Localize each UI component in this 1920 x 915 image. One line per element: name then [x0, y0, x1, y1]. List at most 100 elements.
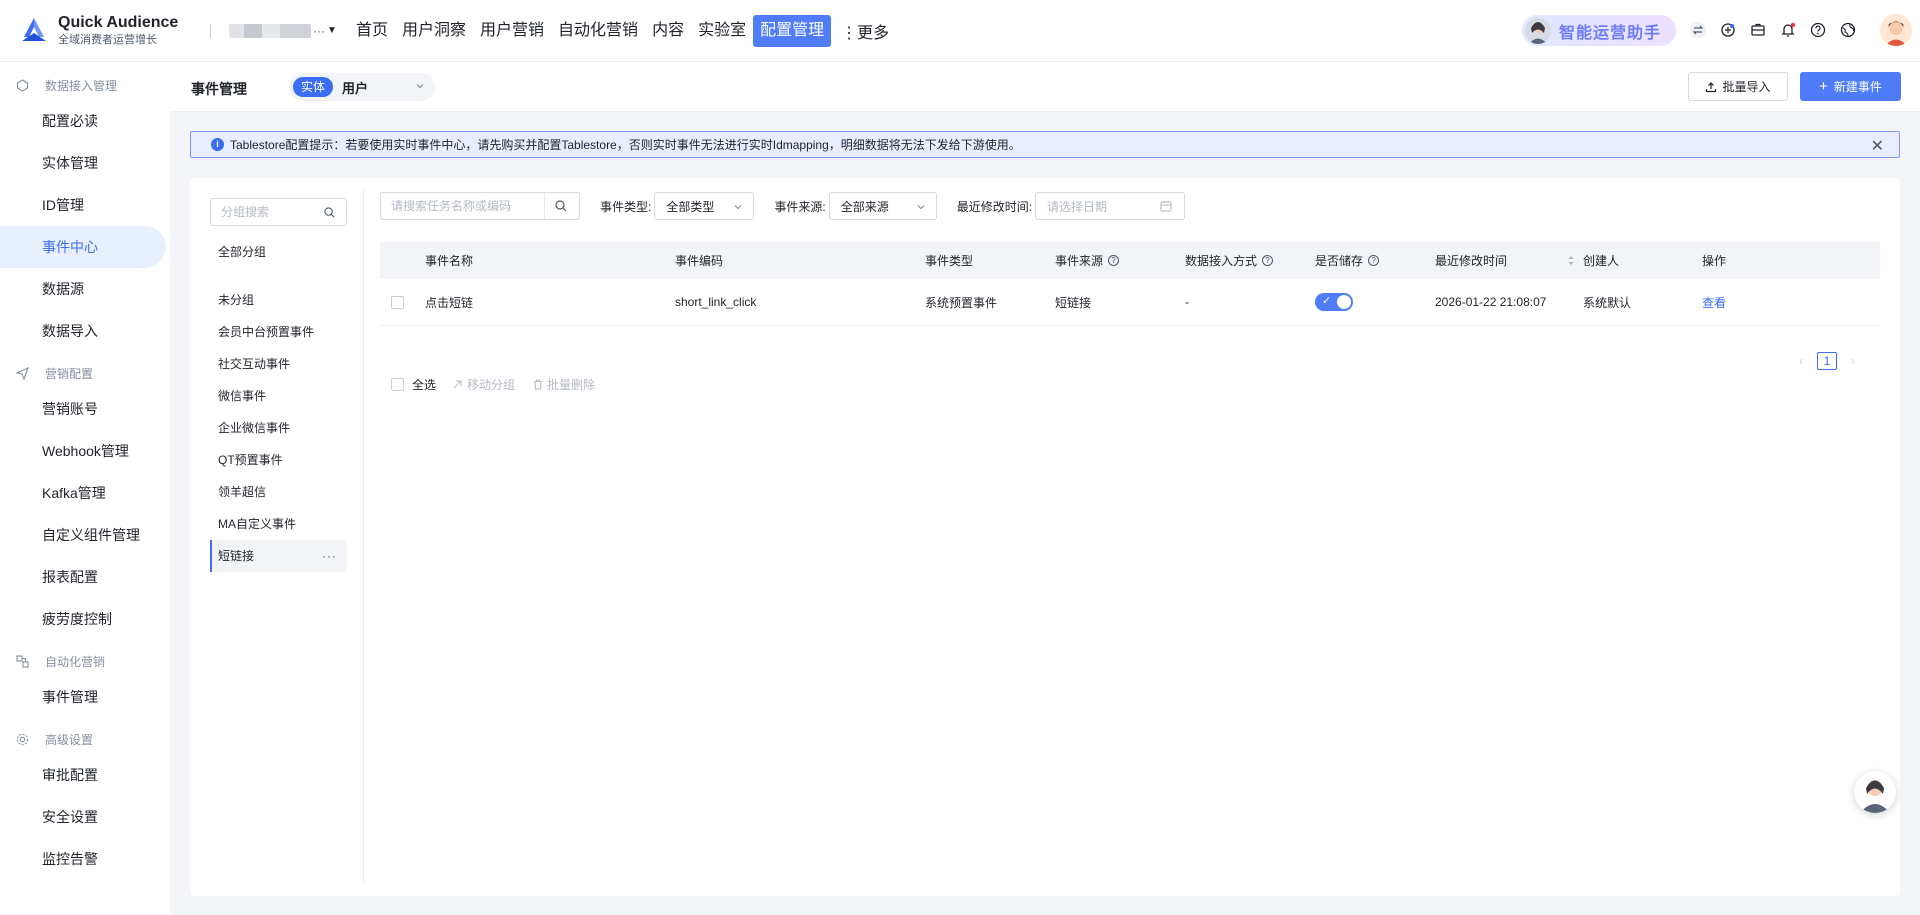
nav-more[interactable]: ⋮更多: [831, 19, 889, 43]
batch-delete-button[interactable]: 批量删除: [533, 376, 595, 393]
nav-item-6[interactable]: 配置管理: [753, 14, 832, 47]
settings-icon: [16, 733, 37, 746]
new-event-button[interactable]: + 新建事件: [1800, 72, 1901, 101]
brand[interactable]: Quick Audience 全域消费者运营增长: [18, 13, 184, 48]
panel-divider: [363, 188, 364, 884]
row-name: 点击短链: [425, 295, 474, 310]
nav-item-0[interactable]: 首页: [349, 15, 395, 47]
group-item-7[interactable]: MA自定义事件: [210, 508, 347, 540]
sidebar-item-1-4[interactable]: 报表配置: [0, 556, 170, 598]
info-icon: i: [211, 138, 224, 151]
entity-selector[interactable]: 实体 用户: [289, 73, 435, 101]
sidebar-item-3-1[interactable]: 安全设置: [0, 796, 170, 838]
group-item-8[interactable]: 短链接 ···: [210, 540, 347, 572]
sidebar-item-1-2[interactable]: Kafka管理: [0, 472, 170, 514]
sidebar-item-0-2[interactable]: ID管理: [0, 184, 170, 226]
close-icon[interactable]: ✕: [1871, 136, 1884, 156]
sidebar-item-3-0[interactable]: 审批配置: [0, 754, 170, 796]
event-type-select[interactable]: 全部类型: [654, 192, 755, 220]
group-search-input[interactable]: [211, 199, 311, 225]
batch-import-button[interactable]: 批量导入: [1688, 72, 1788, 101]
sidebar-item-0-3[interactable]: 事件中心: [0, 226, 166, 268]
event-source-label: 事件来源:: [774, 199, 826, 214]
sidebar-item-1-1[interactable]: Webhook管理: [0, 430, 170, 472]
nav-item-4[interactable]: 内容: [645, 15, 691, 47]
ai-icon[interactable]: [1718, 20, 1738, 40]
sidebar-item-1-5[interactable]: 疲劳度控制: [0, 598, 170, 640]
brand-tagline: 全域消费者运营增长: [58, 34, 157, 46]
nav-item-1[interactable]: 用户洞察: [395, 15, 473, 47]
sidebar-item-0-0[interactable]: 配置必读: [0, 100, 170, 142]
group-search[interactable]: [210, 198, 347, 226]
prev-page-button[interactable]: ‹: [1793, 354, 1809, 368]
sidebar-item-1-3[interactable]: 自定义组件管理: [0, 514, 170, 556]
search-icon[interactable]: [555, 200, 567, 212]
move-group-button[interactable]: 移动分组: [452, 376, 515, 393]
sidebar-section-3[interactable]: 高级设置: [0, 724, 170, 754]
sidebar-section-1[interactable]: 营销配置: [0, 358, 170, 388]
chevron-down-icon: [917, 205, 925, 210]
group-item-2[interactable]: 社交互动事件: [210, 348, 347, 380]
floating-assistant-avatar[interactable]: [1854, 771, 1896, 813]
briefcase-icon[interactable]: [1748, 20, 1768, 40]
nav-item-5[interactable]: 实验室: [691, 15, 753, 47]
header-icons: [1688, 20, 1868, 40]
select-all-checkbox[interactable]: [391, 378, 404, 391]
entity-value: 用户: [342, 80, 369, 96]
search-icon[interactable]: [324, 207, 335, 218]
alert-message: Tablestore配置提示：若要使用实时事件中心，请先购买并配置Tablest…: [230, 138, 1021, 152]
sidebar-item-0-4[interactable]: 数据源: [0, 268, 170, 310]
sidebar-item-0-1[interactable]: 实体管理: [0, 142, 170, 184]
page-1-button[interactable]: 1: [1817, 352, 1837, 370]
event-source-select[interactable]: 全部来源: [828, 192, 937, 220]
sidebar-section-0[interactable]: 数据接入管理: [0, 70, 170, 100]
nav-item-3[interactable]: 自动化营销: [551, 15, 645, 47]
more-icon[interactable]: ···: [322, 540, 337, 572]
group-item-5[interactable]: QT预置事件: [210, 444, 347, 476]
group-item-0[interactable]: 未分组: [210, 284, 347, 316]
group-item-1[interactable]: 会员中台预置事件: [210, 316, 347, 348]
sidebar-item-0-5[interactable]: 数据导入: [0, 310, 170, 352]
sidebar-section-2[interactable]: 自动化营销: [0, 646, 170, 676]
nav-item-2[interactable]: 用户营销: [473, 15, 551, 47]
bell-icon[interactable]: [1778, 20, 1798, 40]
bulk-actions: 全选 移动分组 批量删除: [391, 376, 613, 393]
help-icon[interactable]: ?: [1262, 255, 1274, 266]
header-divider: [210, 23, 211, 38]
switch-icon[interactable]: [1688, 20, 1708, 40]
sort-icon[interactable]: [1567, 255, 1575, 266]
stored-toggle[interactable]: ✓: [1315, 293, 1353, 311]
col-action: 操作: [1702, 254, 1727, 268]
tablestore-alert: i Tablestore配置提示：若要使用实时事件中心，请先购买并配置Table…: [190, 131, 1900, 158]
group-item-4[interactable]: 企业微信事件: [210, 412, 347, 444]
tenant-name-redacted: [229, 23, 311, 38]
sidebar-item-1-0[interactable]: 营销账号: [0, 388, 170, 430]
group-item-6[interactable]: 领羊超信: [210, 476, 347, 508]
user-avatar[interactable]: [1880, 14, 1912, 46]
brand-logo-icon: [22, 17, 46, 41]
select-all-label[interactable]: 全选: [412, 376, 436, 393]
sidebar-item-2-0[interactable]: 事件管理: [0, 676, 170, 718]
next-page-button[interactable]: ›: [1845, 354, 1861, 368]
col-modified[interactable]: 最近修改时间: [1435, 242, 1575, 279]
group-item-3[interactable]: 微信事件: [210, 380, 347, 412]
tenant-switcher[interactable]: ··· ▼: [229, 23, 347, 38]
row-checkbox[interactable]: [391, 295, 404, 309]
group-all[interactable]: 全部分组: [210, 236, 347, 268]
sidebar-item-3-2[interactable]: 监控告警: [0, 838, 170, 880]
keyword-search[interactable]: [380, 192, 580, 220]
view-link[interactable]: 查看: [1702, 279, 1726, 325]
help-icon[interactable]: ?: [1108, 255, 1120, 266]
calendar-icon: [1160, 201, 1172, 212]
globe-icon[interactable]: [1838, 20, 1858, 40]
send-icon: [16, 366, 37, 380]
col-source: 事件来源?: [1055, 242, 1120, 279]
modified-time-label: 最近修改时间:: [956, 199, 1033, 214]
upload-icon: [1706, 81, 1717, 92]
date-picker[interactable]: 请选择日期: [1035, 192, 1186, 220]
new-event-label: 新建事件: [1833, 80, 1882, 94]
keyword-search-input[interactable]: [381, 193, 541, 219]
ai-assistant-button[interactable]: 智能运营助手: [1522, 15, 1676, 46]
help-icon[interactable]: [1808, 20, 1828, 40]
help-icon[interactable]: ?: [1368, 255, 1380, 266]
